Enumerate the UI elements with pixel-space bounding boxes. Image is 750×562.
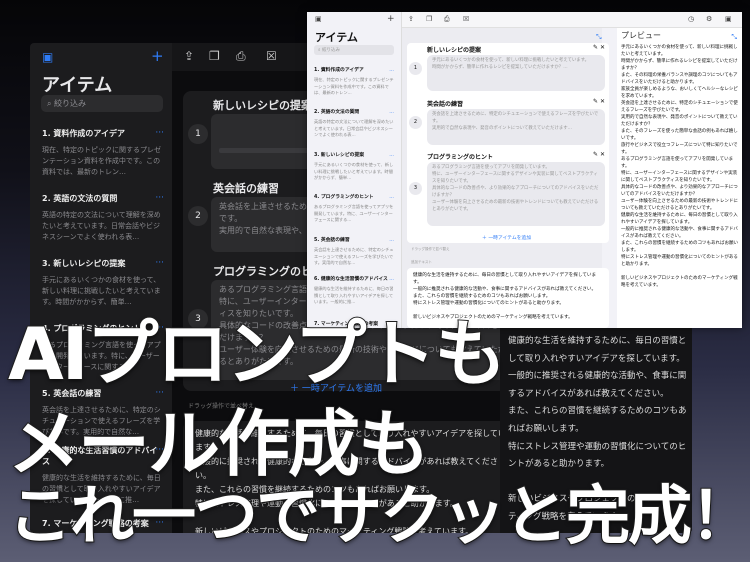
more-icon[interactable]: ··· bbox=[389, 238, 394, 244]
more-icon[interactable]: ··· bbox=[389, 153, 394, 159]
collapse-icon[interactable]: ⤡ bbox=[596, 33, 602, 42]
item-title: 5. 英会話の練習 bbox=[314, 238, 350, 243]
item-preview: 健康的な生活を維持するために、毎日の習慣として取り入れやすいアイデアを探していま… bbox=[314, 286, 394, 304]
clear-icon[interactable]: ☒ bbox=[266, 50, 277, 62]
edit-close-icons[interactable]: ✎ ✕ bbox=[593, 44, 605, 51]
sidebar-title: アイテム bbox=[315, 31, 358, 44]
list-item[interactable]: 1. 資料作成のアイデア ··· 現在、特定のトピックに関するプレゼンテーション資料… bbox=[42, 128, 164, 178]
more-icon[interactable]: ··· bbox=[155, 193, 164, 203]
inspector-icon[interactable]: ▣ bbox=[725, 16, 732, 23]
more-icon[interactable]: ··· bbox=[389, 277, 394, 283]
preview-title: プレビュー bbox=[621, 31, 661, 40]
extra-text-label: 追加テキスト bbox=[411, 260, 432, 264]
card-body[interactable]: あるプログラミング言語を使ってアプリを開発しています。 特に、ユーザーインターフ… bbox=[427, 162, 605, 226]
more-icon[interactable]: ··· bbox=[155, 128, 164, 138]
collapse-icon[interactable]: ⤡ bbox=[731, 33, 737, 42]
copy-icon[interactable]: ❐ bbox=[209, 50, 220, 62]
clear-icon[interactable]: ☒ bbox=[463, 16, 469, 23]
plus-icon[interactable]: + bbox=[151, 49, 164, 64]
item-preview: 英語の特定の文法について理解を深めたいと考えています。日常会話やビジネスシーンで… bbox=[314, 119, 394, 137]
item-title: 4. プログラミングのヒント bbox=[314, 195, 374, 200]
promo-line-1: AIプロンプトも bbox=[7, 312, 507, 396]
list-item[interactable]: 5. 英会話の練習 ··· 英会話を上達させるために、特定のシチュエーションで使える… bbox=[314, 238, 394, 267]
card-title: プログラミングのヒント bbox=[427, 154, 494, 161]
card-number: 1 bbox=[409, 62, 422, 75]
item-title: 1. 資料作成のアイデア bbox=[314, 68, 364, 73]
search-placeholder: 絞り込み bbox=[54, 99, 87, 108]
add-temporary-item-button[interactable]: ＋ 一時アイテムを追加 bbox=[482, 234, 531, 241]
item-preview: 英語の特定の文法について理解を深めたいと考えています。日常会話やビジネスシーンで… bbox=[42, 211, 161, 241]
preview-pane: プレビュー ⤡ 手元にあるいくつかの食材を使って、新しい料理に挑戦したいと考えて… bbox=[617, 28, 742, 328]
item-title: 2. 英語の文法の質問 bbox=[42, 194, 118, 203]
list-item[interactable]: 2. 英語の文法の質問 ··· 英語の特定の文法について理解を深めたいと考えています… bbox=[314, 110, 394, 139]
import-icon[interactable]: ⎙ bbox=[444, 16, 450, 23]
search-input[interactable]: ⌕ 絞り込み bbox=[41, 95, 163, 112]
item-title: 2. 英語の文法の質問 bbox=[314, 110, 360, 115]
sidebar-title: アイテム bbox=[42, 75, 113, 96]
more-icon[interactable]: ··· bbox=[389, 195, 394, 201]
item-preview: 現在、特定のトピックに関するプレゼンテーション資料を作成中です。この資料では、最… bbox=[314, 77, 394, 95]
gear-icon[interactable]: ⚙ bbox=[706, 16, 712, 23]
card-number: 1 bbox=[188, 124, 208, 144]
card-body[interactable]: 英会話を上達させるために、特定のシチュエーションで使えるフレーズを学びたいです。… bbox=[427, 109, 605, 145]
item-preview: 手元にあるいくつかの食材を使って、新しい料理に挑戦したいと考えています。時間がか… bbox=[42, 276, 161, 306]
card-number: 2 bbox=[409, 116, 422, 129]
list-item[interactable]: 3. 新しいレシピの提案 ··· 手元にあるいくつかの食材を使って、新しい料理に挑戦… bbox=[314, 153, 394, 182]
item-preview: 手元にあるいくつかの食材を使って、新しい料理に挑戦したいと考えています。時間がか… bbox=[314, 162, 394, 180]
card-body[interactable]: 手元にあるいくつかの食材を使って、新しい料理に挑戦したいと考えています。 時間が… bbox=[427, 55, 605, 91]
more-icon[interactable]: ··· bbox=[389, 68, 394, 74]
add-label: 一時アイテムを追加 bbox=[488, 236, 532, 241]
list-item[interactable]: 4. プログラミングのヒント ··· あるプログラミング言語を使ってアプリを開発して… bbox=[314, 195, 394, 224]
sidebar-toggle-icon[interactable]: ▣ bbox=[42, 51, 53, 63]
search-input[interactable]: ⌕ 絞り込み bbox=[314, 45, 394, 55]
sidebar-toggle-icon[interactable]: ▣ bbox=[315, 16, 322, 23]
light-app-window: ▣ + アイテム ⌕ 絞り込み 1. 資料作成のアイデア ··· 現在、特定のトピッ… bbox=[307, 12, 742, 328]
list-item[interactable]: 1. 資料作成のアイデア ··· 現在、特定のトピックに関するプレゼンテーション資料… bbox=[314, 68, 394, 97]
card-number: 3 bbox=[409, 182, 422, 195]
search-placeholder: 絞り込み bbox=[321, 48, 340, 53]
card-title: 新しいレシピの提案 bbox=[427, 47, 482, 54]
history-icon[interactable]: ◷ bbox=[688, 16, 694, 23]
item-preview: あるプログラミング言語を使ってアプリを開発しています。特に、ユーザーインターフェ… bbox=[314, 204, 394, 222]
toolbar: ⇪ ❐ ⎙ ☒ ◷ ⚙ ▣ bbox=[402, 12, 742, 28]
card-number: 2 bbox=[188, 206, 208, 226]
more-icon[interactable]: ··· bbox=[155, 258, 164, 268]
list-item[interactable]: 6. 健康的な生活習慣のアドバイス ··· 健康的な生活を維持するために、毎日の習慣… bbox=[314, 277, 394, 306]
share-icon[interactable]: ⇪ bbox=[184, 50, 194, 62]
edit-close-icons[interactable]: ✎ ✕ bbox=[593, 151, 605, 158]
item-title: 6. 健康的な生活習慣のアドバイス bbox=[314, 277, 388, 282]
card-title: 新しいレシピの提案 bbox=[213, 99, 312, 112]
share-icon[interactable]: ⇪ bbox=[408, 16, 414, 23]
more-icon[interactable]: ··· bbox=[389, 110, 394, 116]
import-icon[interactable]: ⎙ bbox=[236, 50, 246, 62]
card-title: 英会話の練習 bbox=[427, 101, 464, 108]
list-item[interactable]: 3. 新しいレシピの提案 ··· 手元にあるいくつかの食材を使って、新しい料理に挑戦… bbox=[42, 258, 164, 308]
promo-line-3: これ一つでサクッと完成！ bbox=[7, 480, 750, 554]
item-title: 1. 資料作成のアイデア bbox=[42, 129, 125, 138]
preview-text: 手元にあるいくつかの食材を使って、新しい料理に挑戦したいと考えています。 時間が… bbox=[621, 45, 738, 288]
item-title: 3. 新しいレシピの提案 bbox=[42, 259, 126, 268]
drag-hint: ドラッグ操作で並べ替え bbox=[411, 247, 450, 251]
item-title: 3. 新しいレシピの提案 bbox=[314, 153, 365, 158]
copy-icon[interactable]: ❐ bbox=[426, 16, 432, 23]
promo-line-2: メール作成も bbox=[7, 402, 431, 486]
card-title: 英会話の練習 bbox=[213, 182, 279, 195]
item-preview: 英会話を上達させるために、特定のシチュエーションで使えるフレーズを学びたいです。… bbox=[314, 247, 394, 265]
plus-icon[interactable]: + bbox=[387, 15, 395, 24]
sidebar: ▣ + アイテム ⌕ 絞り込み 1. 資料作成のアイデア ··· 現在、特定のトピッ… bbox=[307, 12, 402, 328]
list-item[interactable]: 2. 英語の文法の質問 ··· 英語の特定の文法について理解を深めたいと考えています… bbox=[42, 193, 164, 243]
item-preview: 現在、特定のトピックに関するプレゼンテーション資料を作成中です。この資料では、最… bbox=[42, 146, 161, 176]
edit-close-icons[interactable]: ✎ ✕ bbox=[593, 98, 605, 105]
card-list: 新しいレシピの提案 ✎ ✕ 1 手元にあるいくつかの食材を使って、新しい料理に挑… bbox=[407, 43, 609, 243]
